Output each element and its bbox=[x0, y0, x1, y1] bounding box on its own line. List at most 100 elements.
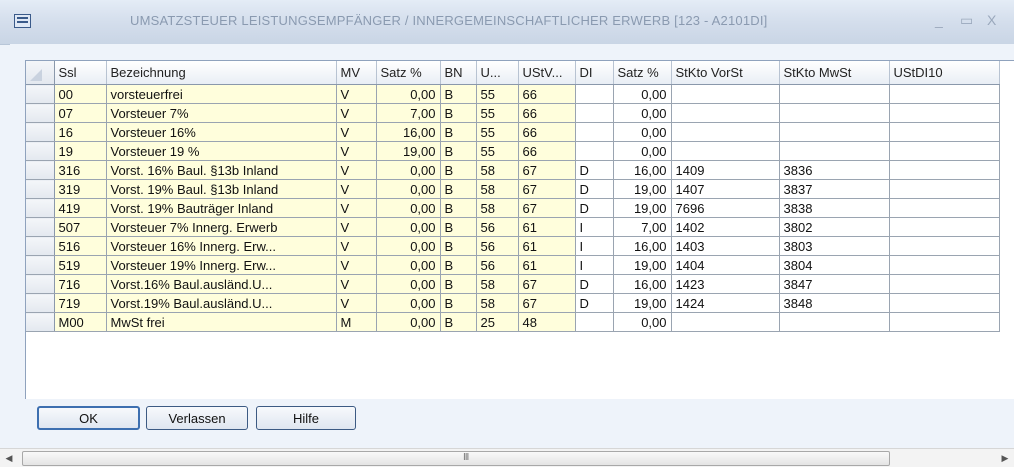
table-cell[interactable]: 56 bbox=[476, 217, 519, 237]
table-cell[interactable]: 61 bbox=[518, 236, 576, 256]
verlassen-button[interactable]: Verlassen bbox=[146, 406, 248, 430]
column-header[interactable]: DI bbox=[575, 61, 614, 85]
table-cell[interactable]: 67 bbox=[518, 179, 576, 199]
table-cell[interactable]: 7696 bbox=[671, 198, 780, 218]
table-cell[interactable]: 19,00 bbox=[613, 179, 672, 199]
column-header[interactable]: MV bbox=[336, 61, 377, 85]
table-cell[interactable]: MwSt frei bbox=[106, 312, 337, 332]
table-cell[interactable]: 55 bbox=[476, 84, 519, 104]
table-cell[interactable]: I bbox=[575, 236, 614, 256]
table-cell[interactable]: 61 bbox=[518, 217, 576, 237]
table-row[interactable]: 716 Vorst.16% Baul.ausländ.U... V 0,00 B 58 67… bbox=[26, 274, 1000, 294]
table-cell[interactable]: B bbox=[440, 103, 477, 123]
table-cell[interactable]: 1424 bbox=[671, 293, 780, 313]
table-cell[interactable]: Vorsteuer 7% Innerg. Erwerb bbox=[106, 217, 337, 237]
table-cell[interactable]: 67 bbox=[518, 293, 576, 313]
table-cell[interactable]: 66 bbox=[518, 84, 576, 104]
row-selector[interactable] bbox=[26, 160, 55, 180]
table-cell[interactable]: V bbox=[336, 198, 377, 218]
table-cell[interactable]: 3803 bbox=[779, 236, 890, 256]
table-cell[interactable]: 3804 bbox=[779, 255, 890, 275]
table-cell[interactable]: Vorsteuer 16% bbox=[106, 122, 337, 142]
table-cell[interactable] bbox=[889, 122, 1000, 142]
table-cell[interactable] bbox=[779, 122, 890, 142]
table-cell[interactable]: 316 bbox=[54, 160, 107, 180]
scroll-right-icon[interactable]: ▶ bbox=[996, 449, 1014, 467]
table-cell[interactable] bbox=[671, 84, 780, 104]
table-cell[interactable]: 55 bbox=[476, 122, 519, 142]
row-selector[interactable] bbox=[26, 122, 55, 142]
table-row[interactable]: 507 Vorsteuer 7% Innerg. Erwerb V 0,00 B 56 61… bbox=[26, 217, 1000, 237]
table-cell[interactable]: 0,00 bbox=[613, 84, 672, 104]
table-cell[interactable]: Vorst. 19% Bauträger Inland bbox=[106, 198, 337, 218]
table-cell[interactable]: 56 bbox=[476, 236, 519, 256]
table-cell[interactable]: V bbox=[336, 160, 377, 180]
table-cell[interactable] bbox=[671, 141, 780, 161]
select-all-corner[interactable] bbox=[26, 61, 55, 85]
table-cell[interactable]: 48 bbox=[518, 312, 576, 332]
table-cell[interactable]: 0,00 bbox=[376, 217, 441, 237]
table-cell[interactable]: 58 bbox=[476, 198, 519, 218]
table-cell[interactable] bbox=[779, 84, 890, 104]
row-selector[interactable] bbox=[26, 274, 55, 294]
table-cell[interactable]: I bbox=[575, 217, 614, 237]
table-cell[interactable]: 19,00 bbox=[376, 141, 441, 161]
table-cell[interactable]: B bbox=[440, 141, 477, 161]
table-cell[interactable]: 3837 bbox=[779, 179, 890, 199]
table-cell[interactable]: V bbox=[336, 122, 377, 142]
table-cell[interactable]: V bbox=[336, 255, 377, 275]
table-cell[interactable]: 67 bbox=[518, 274, 576, 294]
table-cell[interactable]: 519 bbox=[54, 255, 107, 275]
table-cell[interactable]: V bbox=[336, 236, 377, 256]
table-cell[interactable]: 0,00 bbox=[376, 312, 441, 332]
table-cell[interactable] bbox=[575, 103, 614, 123]
tax-code-table[interactable]: Ssl Bezeichnung MV Satz % BN U... UStV... DI Sat… bbox=[25, 60, 1014, 399]
table-cell[interactable]: 16,00 bbox=[613, 274, 672, 294]
table-cell[interactable]: 516 bbox=[54, 236, 107, 256]
row-selector[interactable] bbox=[26, 312, 55, 332]
table-cell[interactable]: 19,00 bbox=[613, 293, 672, 313]
row-selector[interactable] bbox=[26, 217, 55, 237]
column-header[interactable]: UStV... bbox=[518, 61, 576, 85]
table-cell[interactable]: B bbox=[440, 160, 477, 180]
table-cell[interactable]: 58 bbox=[476, 160, 519, 180]
table-cell[interactable]: B bbox=[440, 274, 477, 294]
table-cell[interactable]: B bbox=[440, 84, 477, 104]
table-cell[interactable] bbox=[889, 141, 1000, 161]
table-cell[interactable]: D bbox=[575, 274, 614, 294]
table-cell[interactable]: 1402 bbox=[671, 217, 780, 237]
table-row[interactable]: 419 Vorst. 19% Bauträger Inland V 0,00 B 58 67… bbox=[26, 198, 1000, 218]
table-cell[interactable]: 0,00 bbox=[376, 293, 441, 313]
table-cell[interactable] bbox=[575, 141, 614, 161]
row-selector[interactable] bbox=[26, 179, 55, 199]
column-header[interactable]: Satz % bbox=[376, 61, 441, 85]
table-cell[interactable]: I bbox=[575, 255, 614, 275]
table-row[interactable]: 519 Vorsteuer 19% Innerg. Erw... V 0,00 B 56 6… bbox=[26, 255, 1000, 275]
column-header[interactable]: StKto VorSt bbox=[671, 61, 780, 85]
table-cell[interactable]: M00 bbox=[54, 312, 107, 332]
title-bar[interactable]: UMSATZSTEUER LEISTUNGSEMPFÄNGER / INNERG… bbox=[0, 0, 1014, 45]
table-cell[interactable]: 716 bbox=[54, 274, 107, 294]
table-cell[interactable]: 61 bbox=[518, 255, 576, 275]
table-cell[interactable]: 1409 bbox=[671, 160, 780, 180]
table-cell[interactable]: 0,00 bbox=[376, 84, 441, 104]
table-cell[interactable]: Vorsteuer 16% Innerg. Erw... bbox=[106, 236, 337, 256]
table-cell[interactable]: 19 bbox=[54, 141, 107, 161]
table-cell[interactable] bbox=[779, 312, 890, 332]
table-cell[interactable]: Vorst.16% Baul.ausländ.U... bbox=[106, 274, 337, 294]
column-header[interactable]: UStDI10 bbox=[889, 61, 1000, 85]
table-cell[interactable] bbox=[889, 255, 1000, 275]
table-row[interactable]: 00 vorsteuerfrei V 0,00 B 55 66 0,00 bbox=[26, 84, 1000, 104]
table-cell[interactable]: M bbox=[336, 312, 377, 332]
table-cell[interactable]: 319 bbox=[54, 179, 107, 199]
table-row[interactable]: 319 Vorst. 19% Baul. §13b Inland V 0,00 B 58 6… bbox=[26, 179, 1000, 199]
table-cell[interactable]: 0,00 bbox=[376, 179, 441, 199]
table-cell[interactable]: 0,00 bbox=[376, 255, 441, 275]
table-cell[interactable]: 58 bbox=[476, 274, 519, 294]
table-cell[interactable]: 7,00 bbox=[613, 217, 672, 237]
table-cell[interactable]: vorsteuerfrei bbox=[106, 84, 337, 104]
ok-button[interactable]: OK bbox=[37, 406, 140, 430]
table-cell[interactable]: 0,00 bbox=[376, 236, 441, 256]
table-cell[interactable]: 16,00 bbox=[376, 122, 441, 142]
table-cell[interactable]: B bbox=[440, 236, 477, 256]
